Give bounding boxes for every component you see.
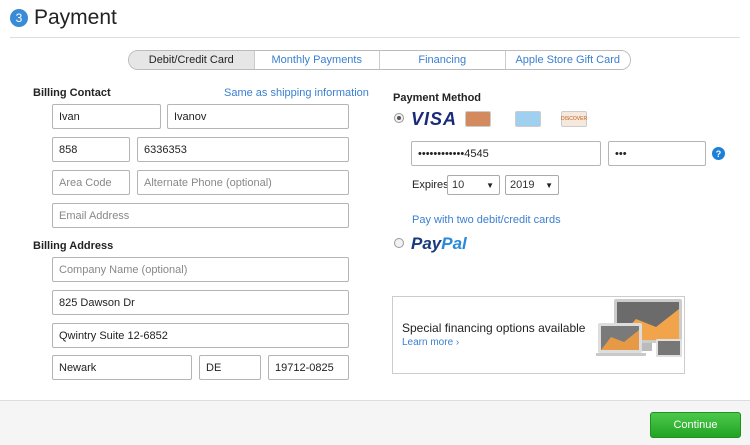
- cvv-field[interactable]: •••: [608, 141, 706, 166]
- phone-field[interactable]: 6336353: [137, 137, 349, 162]
- visa-logo: VISA: [411, 109, 458, 129]
- expire-month-select[interactable]: 10 ▼: [447, 175, 500, 195]
- amex-icon: [515, 111, 541, 127]
- paypal-logo: PayPal: [411, 234, 467, 254]
- discover-icon: DISCOVER: [561, 111, 587, 127]
- area-code-field[interactable]: 858: [52, 137, 130, 162]
- street2-field[interactable]: Qwintry Suite 12-6852: [52, 323, 349, 348]
- first-name-field[interactable]: Ivan: [52, 104, 161, 129]
- tab-gift-card[interactable]: Apple Store Gift Card: [504, 51, 630, 69]
- mastercard-icon: [465, 111, 491, 127]
- payment-method-label: Payment Method: [393, 92, 482, 104]
- page-header: 3 Payment: [10, 6, 117, 30]
- checkout-page: 3 Payment Debit/Credit Card Monthly Paym…: [0, 0, 750, 445]
- city-field[interactable]: Newark: [52, 355, 192, 380]
- financing-promo: Special financing options available Lear…: [392, 296, 685, 374]
- paypal-logo-pal: Pal: [441, 234, 467, 253]
- step-number-badge: 3: [10, 9, 28, 27]
- state-field[interactable]: DE: [199, 355, 261, 380]
- paypal-logo-pay: Pay: [411, 234, 442, 253]
- expires-label: Expires: [412, 179, 449, 191]
- tab-financing[interactable]: Financing: [379, 51, 505, 69]
- header-divider: [10, 37, 740, 38]
- mac-devices-image: [596, 299, 682, 357]
- expire-month-value: 10: [452, 179, 465, 191]
- card-radio[interactable]: [394, 113, 404, 123]
- help-icon[interactable]: ?: [712, 147, 725, 160]
- billing-contact-label: Billing Contact: [33, 87, 111, 99]
- email-field[interactable]: Email Address: [52, 203, 349, 228]
- split-payment-link[interactable]: Pay with two debit/credit cards: [412, 214, 561, 226]
- footer-bar: [0, 400, 750, 445]
- alt-area-code-field[interactable]: Area Code: [52, 170, 130, 195]
- tab-monthly-payments[interactable]: Monthly Payments: [253, 51, 379, 69]
- same-as-shipping-link[interactable]: Same as shipping information: [224, 87, 369, 99]
- street-field[interactable]: 825 Dawson Dr: [52, 290, 349, 315]
- payment-tabs: Debit/Credit Card Monthly Payments Finan…: [128, 50, 631, 70]
- learn-more-link[interactable]: Learn more ›: [402, 337, 459, 348]
- zip-field[interactable]: 19712-0825: [268, 355, 349, 380]
- paypal-radio[interactable]: [394, 238, 404, 248]
- chevron-down-icon: ▼: [486, 180, 494, 190]
- chevron-down-icon: ▼: [545, 180, 553, 190]
- alt-phone-field[interactable]: Alternate Phone (optional): [137, 170, 349, 195]
- expire-year-value: 2019: [510, 179, 535, 191]
- tab-debit-credit-card[interactable]: Debit/Credit Card: [129, 51, 254, 69]
- promo-title: Special financing options available: [402, 321, 586, 335]
- company-field[interactable]: Company Name (optional): [52, 257, 349, 282]
- last-name-field[interactable]: Ivanov: [167, 104, 349, 129]
- expire-year-select[interactable]: 2019 ▼: [505, 175, 559, 195]
- billing-address-label: Billing Address: [33, 240, 114, 252]
- continue-button[interactable]: Continue: [650, 412, 741, 438]
- card-number-field[interactable]: ••••••••••••4545: [411, 141, 601, 166]
- page-title: Payment: [34, 6, 117, 29]
